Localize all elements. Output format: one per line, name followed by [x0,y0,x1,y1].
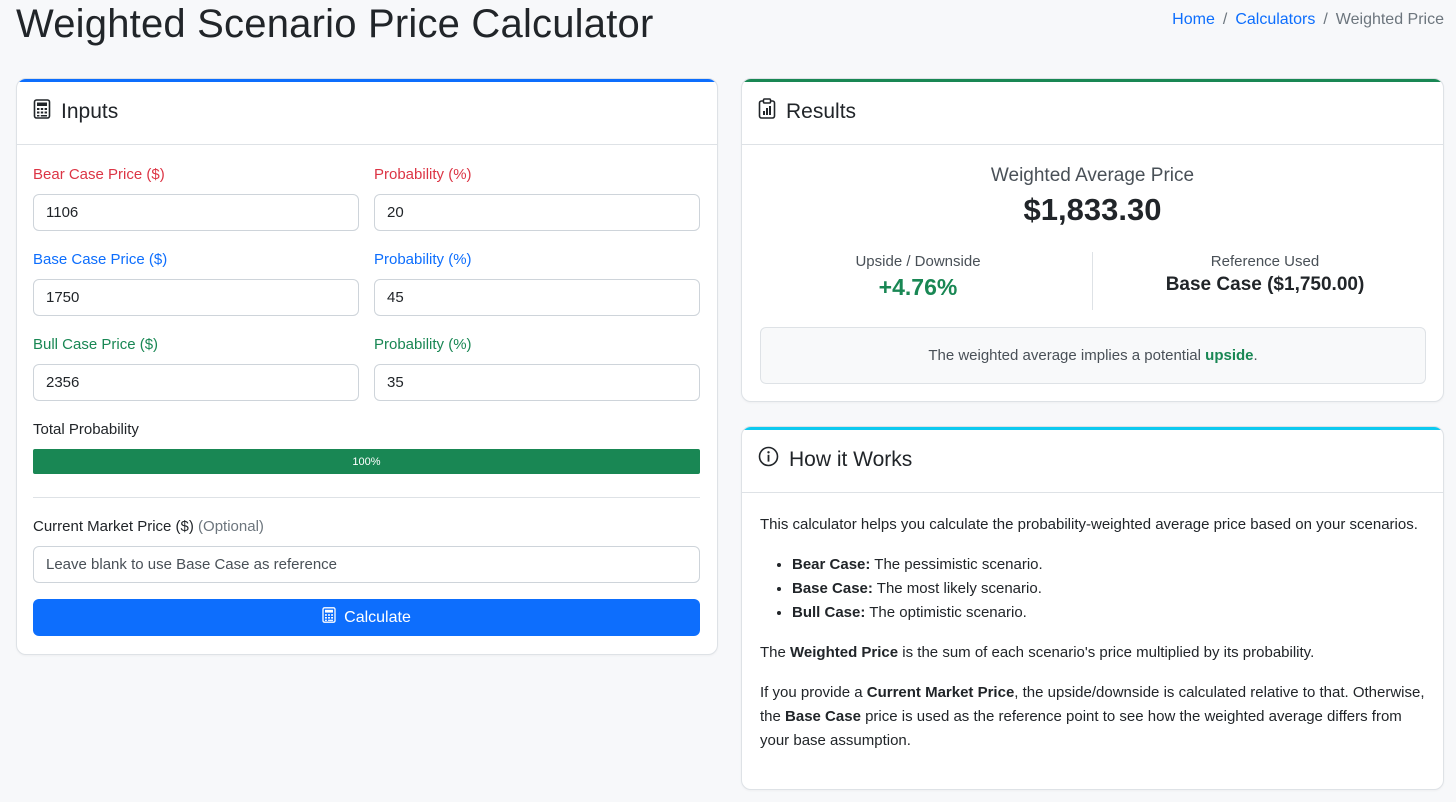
bull-price-label: Bull Case Price ($) [33,336,159,353]
base-probability-label: Probability (%) [374,251,472,268]
market-price-label: Current Market Price ($) (Optional) [33,518,264,535]
implication-text: The weighted average implies a potential… [928,347,1257,364]
inputs-card-title: Inputs [61,99,119,123]
list-item: Bull Case: The optimistic scenario. [792,601,1430,625]
bull-price-input[interactable] [33,364,359,401]
bullet-desc: The pessimistic scenario. [874,556,1043,573]
text-bold: Base Case [785,708,861,725]
market-price-input[interactable] [33,546,700,583]
bullet-term: Bull Case: [792,604,866,621]
results-card-header: Results [742,79,1443,145]
text: is the sum of each scenario's price mult… [902,644,1315,661]
bear-probability-label: Probability (%) [374,166,472,183]
how-it-works-card: How it Works This calculator helps you c… [741,426,1444,790]
breadcrumb-calculators-link[interactable]: Calculators [1235,11,1315,29]
base-price-label: Base Case Price ($) [33,251,168,268]
results-card: Results Weighted Average Price $1,833.30… [741,78,1444,402]
list-item: Bear Case: The pessimistic scenario. [792,553,1430,577]
text: If you provide a [760,684,863,701]
weighted-average-value: $1,833.30 [1023,192,1162,227]
results-card-title: Results [786,99,857,123]
text-bold: Current Market Price [866,684,1015,701]
how-intro: This calculator helps you calculate the … [760,516,1418,533]
implication-suffix: . [1253,347,1258,364]
breadcrumb-separator: / [1323,11,1328,28]
reference-used-label: Reference Used [1210,253,1320,270]
metric-separator [1092,252,1093,310]
calculator-icon [322,607,336,628]
page-title: Weighted Scenario Price Calculator [16,2,654,46]
optional-hint: (Optional) [198,518,264,535]
total-probability-bar: 100% [33,449,700,474]
implication-prefix: The weighted average implies a potential [928,347,1201,364]
total-probability-label: Total Probability [33,421,139,438]
how-it-works-header: How it Works [742,427,1443,493]
list-item: Base Case: The most likely scenario. [792,577,1430,601]
breadcrumb: Home / Calculators / Weighted Price [1172,11,1444,29]
base-probability-input[interactable] [374,279,700,316]
reference-used-value: Base Case ($1,750.00) [1165,274,1365,295]
bull-probability-label: Probability (%) [374,336,472,353]
upside-downside-label: Upside / Downside [855,253,981,270]
breadcrumb-home-link[interactable]: Home [1172,11,1215,29]
calculator-icon [33,98,51,125]
clipboard-chart-icon [758,98,776,125]
text: The [760,644,786,661]
inputs-card-header: Inputs [17,79,717,145]
market-price-label-text: Current Market Price ($) [33,518,194,535]
page-header: Weighted Scenario Price Calculator Home … [0,0,1456,60]
upside-downside-value: +4.76% [878,274,958,300]
bullet-desc: The optimistic scenario. [869,604,1027,621]
bull-probability-input[interactable] [374,364,700,401]
base-price-input[interactable] [33,279,359,316]
implication-direction: upside [1205,347,1254,364]
how-it-works-body: This calculator helps you calculate the … [760,513,1430,769]
reference-explanation: If you provide a Current Market Price, t… [760,681,1430,753]
implication-alert: The weighted average implies a potential… [760,327,1426,384]
inputs-card: Inputs Bear Case Price ($) Probability (… [16,78,718,655]
weighted-price-explanation: The Weighted Price is the sum of each sc… [760,641,1430,665]
upside-downside-metric: Upside / Downside +4.76% [752,253,1084,301]
reference-metric: Reference Used Base Case ($1,750.00) [1099,253,1431,296]
text-bold: Weighted Price [790,644,899,661]
total-probability-progress: 100% [33,449,700,474]
breadcrumb-current: Weighted Price [1335,11,1444,28]
bear-price-label: Bear Case Price ($) [33,166,165,183]
info-circle-icon [758,446,779,473]
bear-probability-input[interactable] [374,194,700,231]
bullet-term: Bear Case: [792,556,871,573]
calculate-button[interactable]: Calculate [33,599,700,636]
weighted-average-label: Weighted Average Price [990,165,1195,186]
bullet-term: Base Case: [792,580,873,597]
how-it-works-title: How it Works [789,447,913,471]
scenario-list: Bear Case: The pessimistic scenario. Bas… [792,553,1430,625]
bullet-desc: The most likely scenario. [876,580,1042,597]
calculate-button-label: Calculate [344,608,411,626]
breadcrumb-separator: / [1222,11,1228,28]
divider [33,497,700,498]
bear-price-input[interactable] [33,194,359,231]
